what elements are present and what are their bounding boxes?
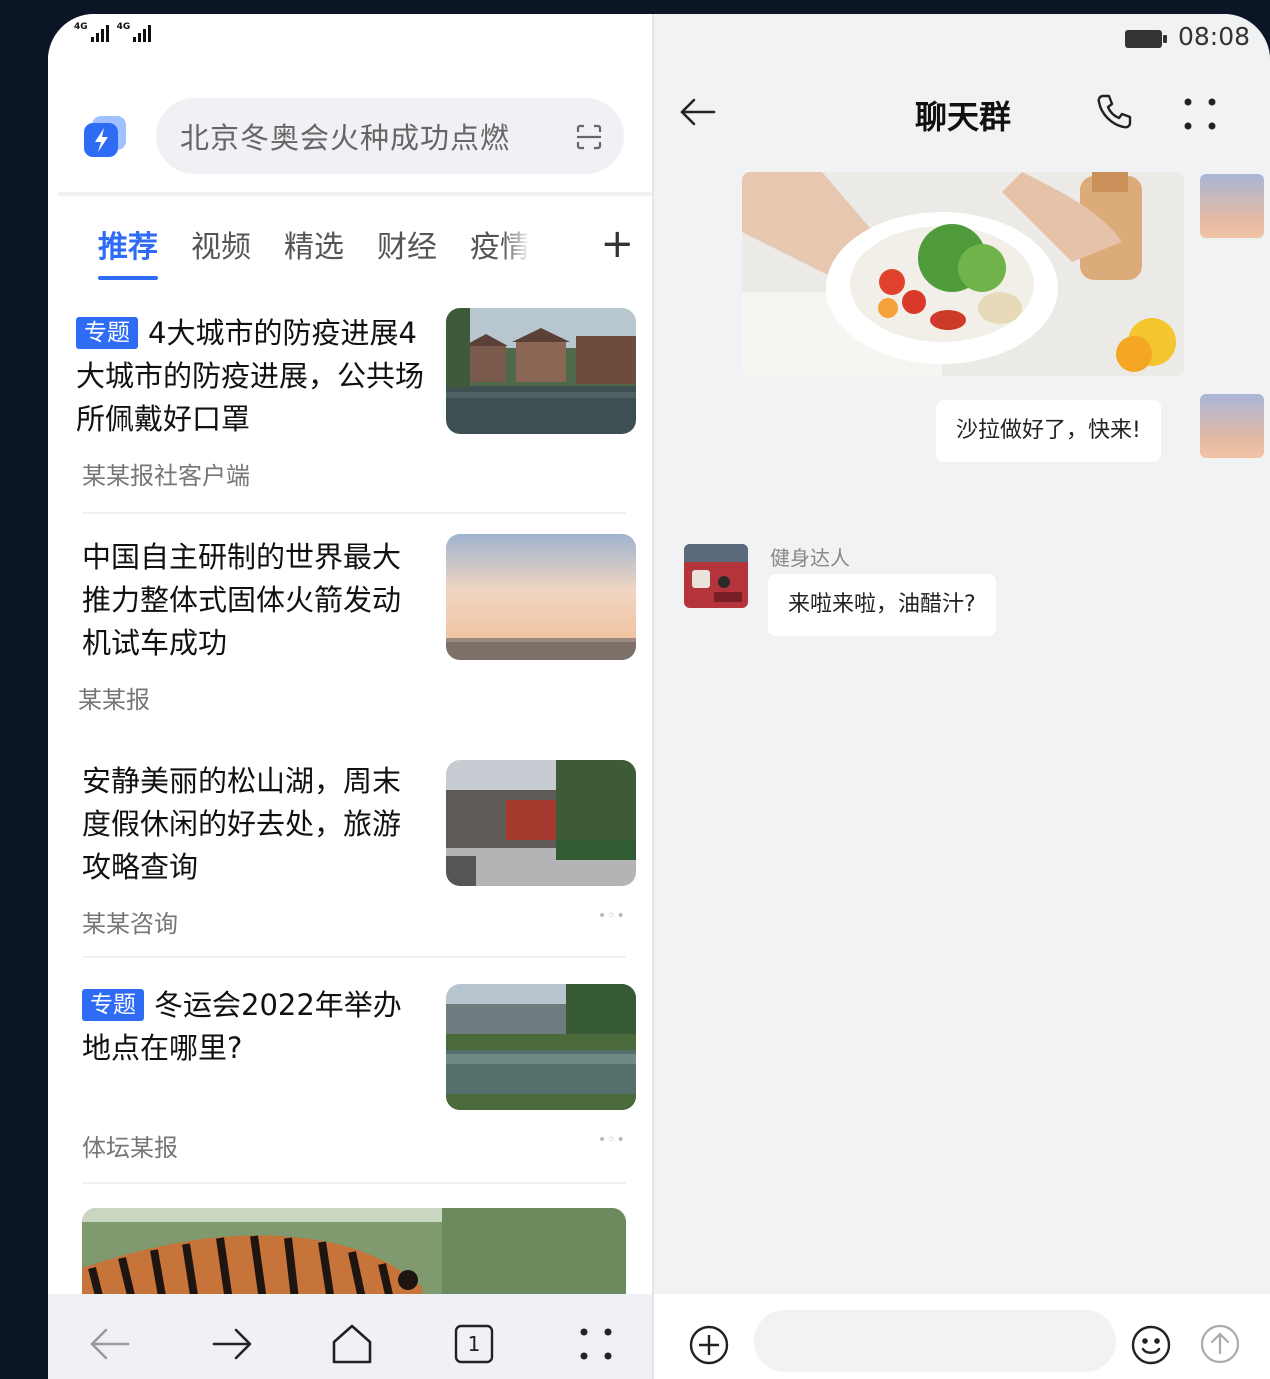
topic-badge: 专题 <box>82 989 144 1021</box>
news-title[interactable]: 专题 4大城市的防疫进展4大城市的防疫进展，公共场所佩戴好口罩 <box>76 312 436 441</box>
tabs-count-button[interactable]: 1 <box>446 1316 502 1372</box>
more-options-icon[interactable]: •◦• <box>598 1132 626 1148</box>
more-menu-icon[interactable] <box>1180 94 1220 134</box>
divider <box>58 192 652 196</box>
news-source: 某某咨询 <box>82 910 178 938</box>
send-icon[interactable] <box>1200 1324 1240 1364</box>
add-attachment-icon[interactable] <box>688 1324 730 1366</box>
clock: 08:08 <box>1177 22 1250 51</box>
chat-input-bar <box>654 1294 1270 1379</box>
more-menu-icon[interactable] <box>568 1316 624 1372</box>
tab-featured[interactable]: 精选 <box>284 222 344 276</box>
news-source: 体坛某报 <box>82 1134 178 1162</box>
device-frame: 4G 4G 北京冬奥会火种成功点燃 推荐 视频 精选 财经 疫情 + 专题 4大… <box>48 14 1270 1379</box>
search-bar[interactable]: 北京冬奥会火种成功点燃 <box>156 98 624 174</box>
tab-video[interactable]: 视频 <box>191 222 251 276</box>
news-source: 某某报 <box>78 686 150 714</box>
chat-header: 聊天群 <box>654 84 1270 144</box>
divider <box>82 1182 626 1184</box>
tab-recommend[interactable]: 推荐 <box>98 222 158 280</box>
news-title[interactable]: 中国自主研制的世界最大推力整体式固体火箭发动机试车成功 <box>82 536 422 665</box>
emoji-icon[interactable] <box>1130 1324 1172 1366</box>
topic-badge: 专题 <box>76 317 138 349</box>
tabs-count: 1 <box>467 1332 481 1356</box>
signal-icon: 4G <box>117 22 152 42</box>
channel-tabs: 推荐 视频 精选 财经 疫情 + <box>98 222 638 282</box>
tab-finance[interactable]: 财经 <box>377 222 437 276</box>
signal-icon: 4G <box>74 22 109 42</box>
divider <box>82 956 626 958</box>
signal-indicators: 4G 4G <box>74 22 152 42</box>
news-thumbnail[interactable] <box>446 308 636 434</box>
tab-epidemic[interactable]: 疫情 <box>470 222 530 276</box>
news-thumbnail[interactable] <box>446 984 636 1110</box>
more-options-icon[interactable]: •◦• <box>598 908 626 924</box>
phone-call-icon[interactable] <box>1094 92 1134 132</box>
divider <box>82 734 626 736</box>
news-thumbnail[interactable] <box>446 760 636 886</box>
sender-name: 健身达人 <box>770 546 850 570</box>
news-source: 某某报社客户端 <box>82 462 250 490</box>
battery-icon <box>1124 27 1167 48</box>
home-icon[interactable] <box>324 1316 380 1372</box>
news-title[interactable]: 安静美丽的松山湖，周末度假休闲的好去处，旅游攻略查询 <box>82 760 412 889</box>
news-thumbnail[interactable] <box>446 534 636 660</box>
browser-logo-icon[interactable] <box>82 114 128 160</box>
news-title[interactable]: 专题 冬运会2022年举办地点在哪里? <box>82 984 402 1070</box>
search-query[interactable]: 北京冬奥会火种成功点燃 <box>180 115 510 157</box>
add-tab-icon[interactable]: + <box>600 224 634 264</box>
other-avatar[interactable] <box>684 544 748 608</box>
my-avatar[interactable] <box>1200 394 1264 458</box>
my-message-bubble[interactable]: 沙拉做好了，快来! <box>936 400 1161 462</box>
browser-bottom-bar: 1 <box>48 1294 652 1379</box>
scan-icon[interactable] <box>574 122 604 152</box>
other-message-bubble[interactable]: 来啦来啦，油醋汁? <box>768 574 996 636</box>
chat-title: 聊天群 <box>914 98 1011 136</box>
image-message[interactable] <box>742 172 1184 376</box>
my-avatar[interactable] <box>1200 174 1264 238</box>
forward-icon[interactable] <box>204 1316 260 1372</box>
browser-pane: 4G 4G 北京冬奥会火种成功点燃 推荐 视频 精选 财经 疫情 + 专题 4大… <box>48 14 652 1379</box>
divider <box>82 512 626 514</box>
message-input[interactable] <box>754 1310 1116 1372</box>
chat-pane: 08:08 聊天群 沙拉做好了，快来! 健身达人 来啦来啦，油醋汁? <box>652 14 1270 1379</box>
news-thumbnail[interactable] <box>82 1208 626 1308</box>
back-icon[interactable] <box>82 1316 138 1372</box>
status-bar: 08:08 <box>1124 22 1250 51</box>
